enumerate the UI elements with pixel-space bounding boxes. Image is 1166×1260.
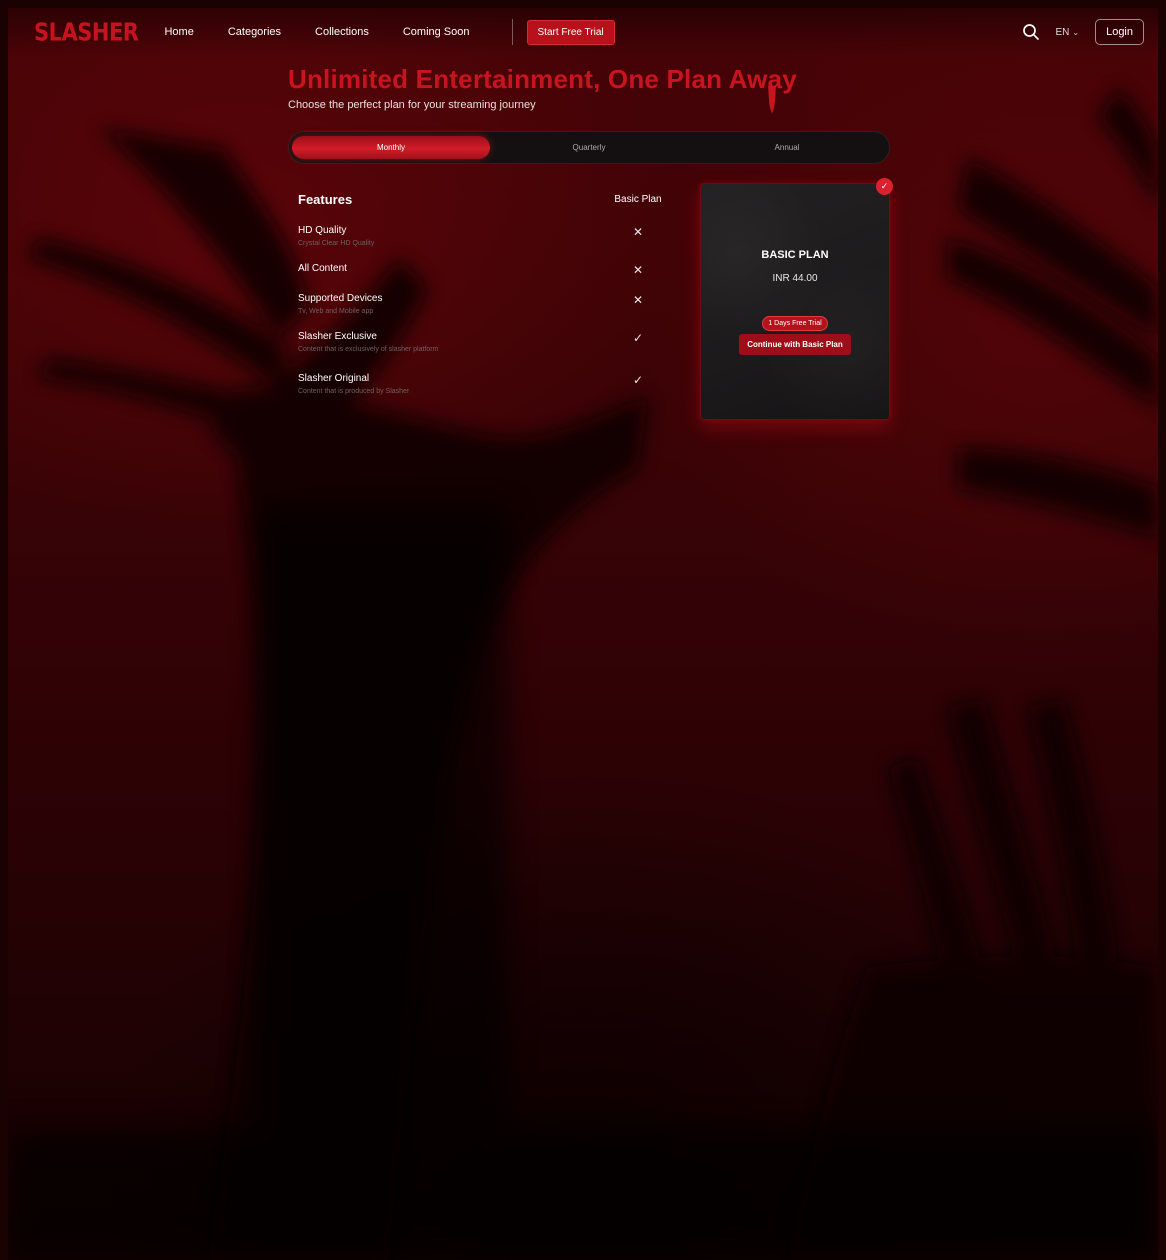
close-icon: ✕ xyxy=(632,225,644,239)
nav-link-home[interactable]: Home xyxy=(164,26,193,38)
chevron-down-icon: ⌄ xyxy=(1072,27,1080,37)
nav-divider xyxy=(511,19,513,45)
page-frame: SLASHER Home Categories Collections Comi… xyxy=(8,8,1158,1260)
free-trial-badge: 1 Days Free Trial xyxy=(762,316,828,331)
feature-name: HD Quality xyxy=(298,225,347,236)
nav-link-categories[interactable]: Categories xyxy=(228,26,281,38)
check-icon: ✓ xyxy=(632,331,644,345)
cta-wrap: Continue with Basic Plan xyxy=(701,334,889,355)
feature-name: Supported Devices xyxy=(298,293,383,304)
plan-name: BASIC PLAN xyxy=(761,249,829,261)
close-icon: ✕ xyxy=(632,263,644,277)
continue-with-basic-plan-button[interactable]: Continue with Basic Plan xyxy=(739,334,851,355)
blood-drip-decoration xyxy=(768,86,776,114)
tab-annual[interactable]: Annual xyxy=(688,136,886,159)
feature-name: Slasher Original xyxy=(298,373,370,384)
slasher-logo[interactable]: SLASHER xyxy=(34,18,139,47)
feature-row-hd-quality: HD Quality Crystal Clear HD Quality ✕ xyxy=(298,225,678,255)
search-icon[interactable] xyxy=(1021,22,1041,42)
plan-price: INR 44.00 xyxy=(772,273,818,284)
language-selector[interactable]: EN ⌄ xyxy=(1055,27,1079,38)
feature-description: Content that is exclusively of slasher p… xyxy=(298,346,439,353)
feature-name: Slasher Exclusive xyxy=(298,331,377,342)
tab-quarterly[interactable]: Quarterly xyxy=(490,136,688,159)
close-icon: ✕ xyxy=(632,293,644,307)
feature-row-slasher-original: Slasher Original Content that is produce… xyxy=(298,373,678,403)
basic-plan-card[interactable]: ✓ BASIC PLAN INR 44.00 1 Days Free Trial… xyxy=(700,178,893,420)
page-subtitle: Choose the perfect plan for your streami… xyxy=(288,99,536,111)
language-label: EN xyxy=(1055,26,1070,38)
login-button[interactable]: Login xyxy=(1095,19,1144,45)
nav-link-coming-soon[interactable]: Coming Soon xyxy=(403,26,470,38)
trial-badge-wrap: 1 Days Free Trial xyxy=(701,312,889,331)
page-title: Unlimited Entertainment, One Plan Away xyxy=(288,64,797,94)
feature-name: All Content xyxy=(298,263,347,274)
feature-row-all-content: All Content ✕ xyxy=(298,263,678,293)
selected-check-icon: ✓ xyxy=(876,178,893,195)
feature-description: Crystal Clear HD Quality xyxy=(298,240,375,247)
check-icon: ✓ xyxy=(632,373,644,387)
features-title: Features xyxy=(298,191,353,207)
feature-description: Content that is produced by Slasher xyxy=(298,388,410,395)
feature-description: Tv, Web and Mobile app xyxy=(298,308,374,315)
billing-period-tabs: Monthly Quarterly Annual xyxy=(288,131,890,164)
features-header: Features Basic Plan xyxy=(298,191,678,207)
start-free-trial-button[interactable]: Start Free Trial xyxy=(526,19,615,45)
plan-column-header: Basic Plan xyxy=(614,193,662,205)
feature-row-supported-devices: Supported Devices Tv, Web and Mobile app… xyxy=(298,293,678,323)
tab-monthly[interactable]: Monthly xyxy=(292,136,490,159)
nav-link-collections[interactable]: Collections xyxy=(315,26,369,38)
features-table: Features Basic Plan HD Quality Crystal C… xyxy=(298,191,678,403)
top-navbar: SLASHER Home Categories Collections Comi… xyxy=(8,8,1158,56)
nav-right-group: EN ⌄ Login xyxy=(1021,19,1144,45)
feature-row-slasher-exclusive: Slasher Exclusive Content that is exclus… xyxy=(298,331,678,361)
